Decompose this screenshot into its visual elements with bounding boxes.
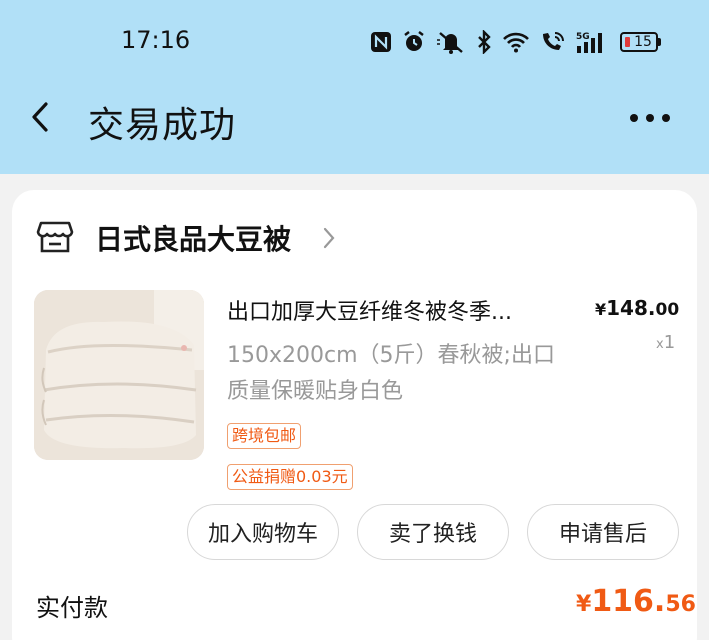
alarm-icon [402, 30, 426, 54]
page-title: 交易成功 [88, 105, 237, 146]
battery-body: 15 [620, 32, 658, 52]
product-quantity: x1 [656, 332, 675, 353]
product-price: ¥148.00 [595, 296, 679, 320]
tag-free-shipping: 跨境包邮 [227, 423, 302, 449]
call-wifi-icon [540, 30, 566, 54]
tag-charity-donation: 公益捐赠0.03元 [227, 464, 353, 490]
header-bar: 17:16 5G 15 交易成功 [0, 0, 709, 174]
price-integer: 148. [606, 296, 656, 320]
paid-amount: ¥116.56 [576, 584, 696, 619]
store-icon[interactable] [36, 220, 74, 260]
wifi-icon [502, 31, 530, 53]
store-name[interactable]: 日式良品大豆被 [95, 218, 291, 258]
add-to-cart-button[interactable]: 加入购物车 [187, 504, 339, 560]
bluetooth-icon [476, 30, 492, 54]
price-cents: 00 [655, 300, 680, 320]
product-sku: 150x200cm（5斤）春秋被;出口质量保暖贴身白色 [227, 343, 555, 404]
more-options-icon[interactable] [628, 108, 672, 132]
quantity-prefix: x [656, 337, 664, 352]
status-icons: 5G 15 [370, 28, 661, 56]
order-card: 日式良品大豆被 出口加厚大豆纤维冬被冬季... 150x200cm（5斤）春秋被… [12, 190, 697, 640]
battery-level: 15 [634, 34, 652, 50]
paid-integer: 116. [591, 584, 666, 619]
back-arrow-icon[interactable] [26, 100, 54, 138]
5g-signal-icon: 5G [576, 30, 610, 54]
mute-icon [436, 30, 466, 54]
paid-cents: 56 [665, 592, 696, 617]
nfc-icon [370, 31, 392, 53]
battery-fill [625, 37, 630, 47]
after-sale-button[interactable]: 申请售后 [527, 504, 679, 560]
status-time: 17:16 [121, 26, 191, 54]
product-title[interactable]: 出口加厚大豆纤维冬被冬季... [227, 294, 572, 326]
product-image[interactable] [34, 290, 204, 460]
paid-amount-label: 实付款 [36, 594, 108, 622]
paid-symbol: ¥ [576, 592, 592, 617]
quantity-value: 1 [663, 332, 676, 353]
chevron-right-icon[interactable] [322, 226, 336, 254]
resell-button[interactable]: 卖了换钱 [357, 504, 509, 560]
price-symbol: ¥ [595, 300, 607, 319]
battery-icon: 15 [620, 32, 661, 52]
svg-text:5G: 5G [576, 32, 590, 42]
battery-tip [658, 38, 661, 46]
